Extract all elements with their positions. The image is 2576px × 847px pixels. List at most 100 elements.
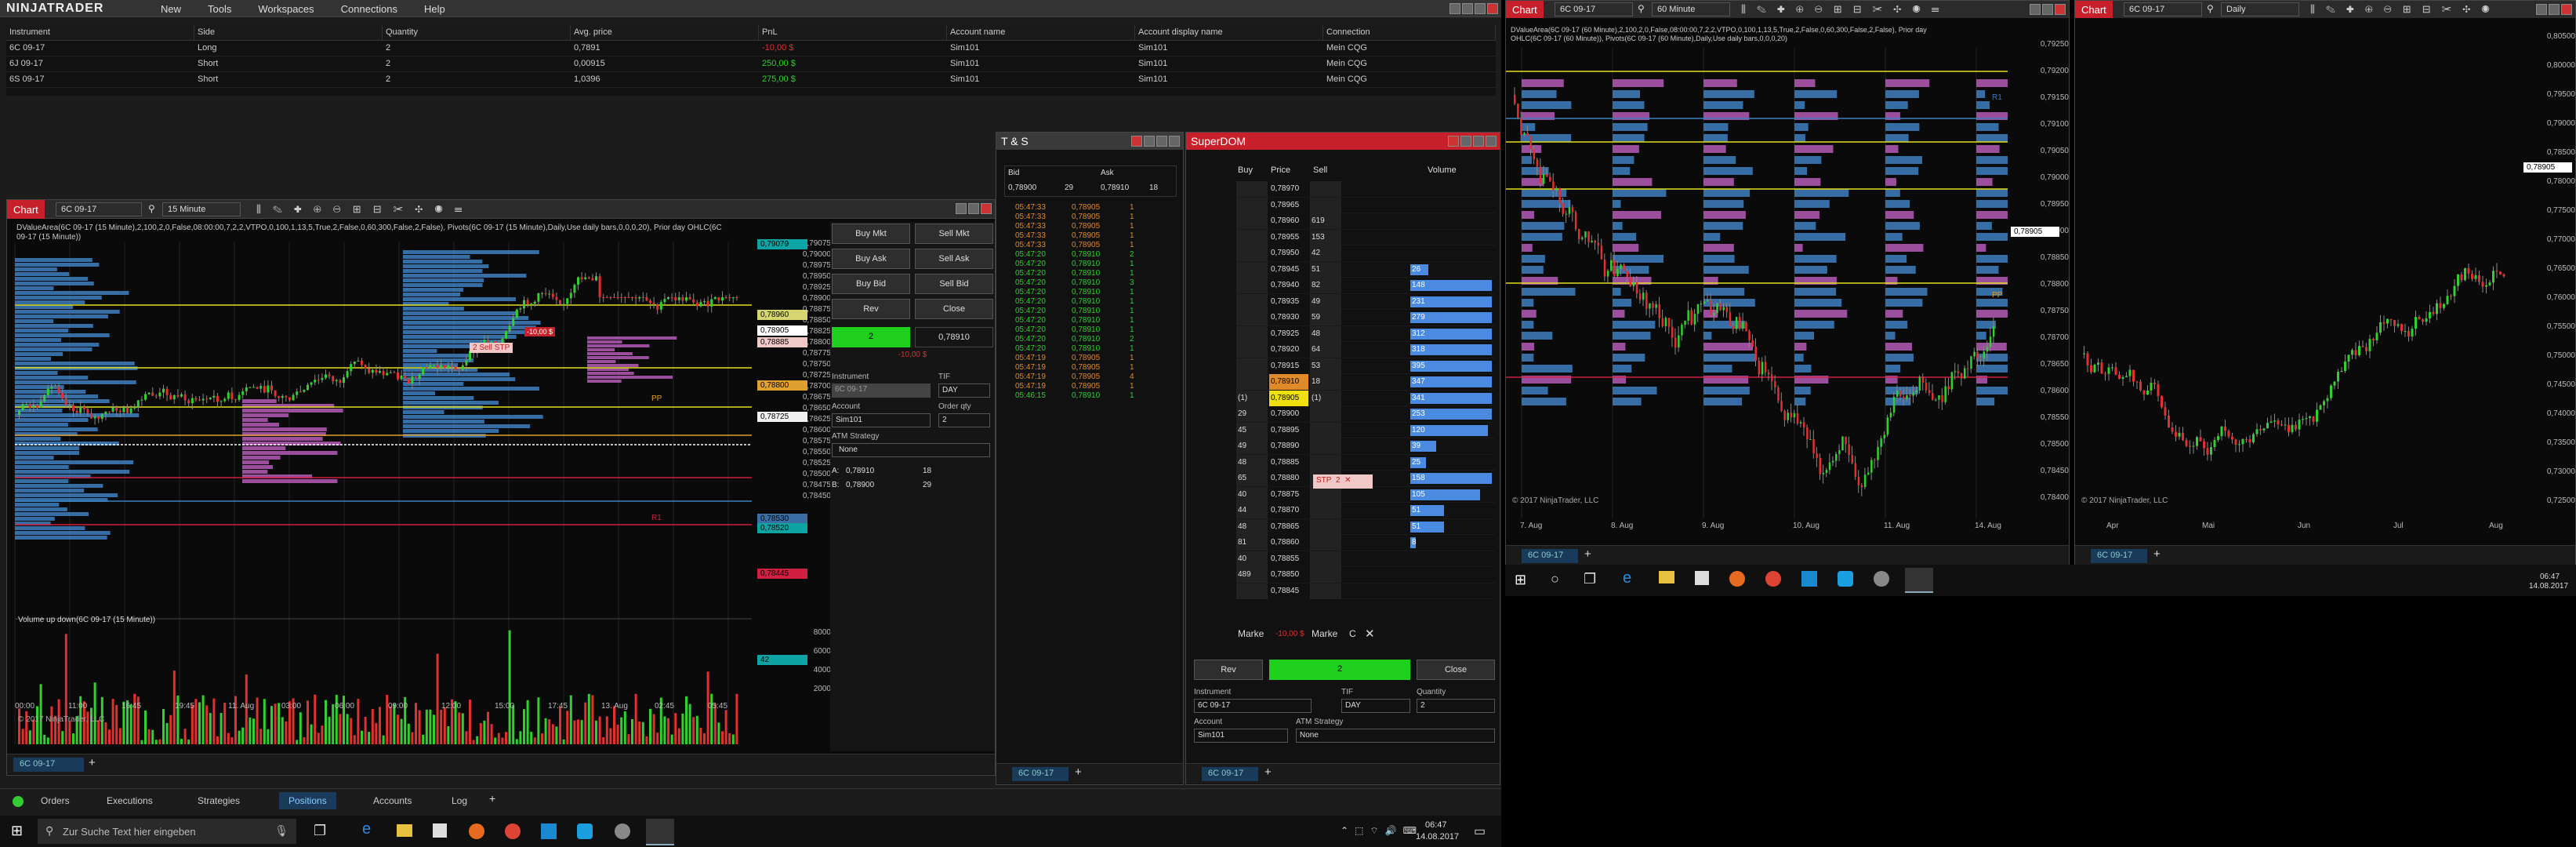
close-icon[interactable] (1487, 3, 1498, 14)
dom-row[interactable]: 0,78955 153 (1236, 229, 1495, 245)
reverse-button[interactable]: Rev (1194, 660, 1263, 680)
chart-tab[interactable]: Chart (1506, 1, 1544, 18)
price-chart-60min[interactable] (1506, 48, 2008, 518)
close-position-button[interactable]: Close (915, 299, 993, 319)
minimize-icon[interactable] (1462, 3, 1473, 14)
interval-selector[interactable]: Daily (2221, 2, 2299, 16)
menu-item[interactable]: Tools (208, 3, 231, 15)
dom-sell-size[interactable]: 53 (1310, 358, 1341, 374)
maximize-icon[interactable] (2042, 4, 2053, 15)
price-chart-15min[interactable] (7, 242, 791, 776)
search-icon[interactable]: ⚲ (1638, 3, 1645, 14)
dom-sell-size[interactable] (1310, 567, 1341, 583)
dom-instrument-tab[interactable]: 6C 09-17 (1202, 767, 1258, 781)
column-header[interactable]: Account name (947, 25, 1135, 40)
search-icon[interactable]: ⚲ (2207, 3, 2214, 14)
cortana-icon[interactable]: ○ (1551, 571, 1559, 587)
menu-item[interactable]: Help (424, 3, 445, 15)
add-tab-button[interactable]: + (2153, 547, 2161, 561)
buy-ask-button[interactable]: Buy Ask (832, 249, 910, 269)
dom-sell-size[interactable] (1310, 518, 1341, 535)
dom-sell-size[interactable] (1310, 181, 1341, 197)
chart-tab[interactable]: Chart (7, 200, 45, 219)
dom-row[interactable]: 0,78940 82 148 (1236, 278, 1495, 294)
sell-market-button[interactable]: Marke (1312, 628, 1337, 639)
app-icon[interactable] (1801, 571, 1817, 587)
dom-buy-size[interactable]: 45 (1236, 422, 1268, 438)
dom-sell-size[interactable]: 42 (1310, 245, 1341, 261)
instrument-select[interactable]: 6C 09-17 (1194, 699, 1312, 713)
column-header[interactable]: Quantity (383, 25, 571, 40)
dom-buy-size[interactable] (1236, 245, 1268, 261)
dom-row[interactable]: 40 0,78875 105 (1236, 486, 1495, 503)
atm-strategy-select[interactable]: None (832, 443, 990, 457)
dom-buy-size[interactable]: 48 (1236, 454, 1268, 471)
edge-icon[interactable]: e (362, 820, 371, 838)
dom-sell-size[interactable] (1310, 422, 1341, 438)
sell-bid-button[interactable]: Sell Bid (915, 274, 993, 294)
buy-market-button[interactable]: Marke (1238, 628, 1264, 639)
search-box[interactable]: ⚲ Zur Suche Text hier eingeben 🎙 (38, 819, 296, 844)
dom-buy-size[interactable]: 49 (1236, 438, 1268, 454)
close-icon[interactable] (1486, 136, 1497, 147)
chart-instrument-tab[interactable]: 6C 09-17 (2091, 549, 2147, 563)
tif-select[interactable]: DAY (1341, 699, 1410, 713)
add-tab-button[interactable]: + (89, 756, 96, 769)
dom-buy-size[interactable] (1236, 197, 1268, 213)
app-icon[interactable] (615, 823, 630, 839)
cancel-label[interactable]: C (1349, 628, 1356, 639)
windows-start-icon[interactable]: ⊞ (11, 823, 23, 839)
dom-buy-size[interactable] (1236, 229, 1268, 245)
dom-sell-size[interactable] (1310, 535, 1341, 551)
sell-ask-button[interactable]: Sell Ask (915, 249, 993, 269)
app-icon[interactable] (1874, 571, 1889, 587)
dom-buy-size[interactable] (1236, 278, 1268, 293)
dom-row[interactable]: 44 0,78870 51 (1236, 503, 1495, 519)
dom-buy-size[interactable] (1236, 583, 1268, 599)
dom-row[interactable]: 0,78930 59 279 (1236, 310, 1495, 326)
maximize-icon[interactable] (1475, 3, 1486, 14)
add-tab-button[interactable]: + (489, 792, 495, 805)
menu-item[interactable]: Connections (341, 3, 397, 15)
dom-row[interactable]: 0,78925 48 312 (1236, 325, 1495, 342)
dom-row[interactable]: 29 0,78900 253 (1236, 406, 1495, 423)
chart-instrument-tab[interactable]: 6C 09-17 (13, 758, 84, 772)
dom-buy-size[interactable] (1236, 293, 1268, 310)
instrument-selector[interactable]: 6C 09-17 (56, 202, 142, 216)
tab-accounts[interactable]: Accounts (364, 792, 421, 809)
stop-order-marker[interactable]: STP 2 ✕ (1313, 474, 1373, 489)
explorer-icon[interactable] (397, 824, 412, 837)
column-header[interactable]: Instrument (6, 25, 194, 40)
close-icon[interactable] (981, 203, 992, 214)
firefox-icon[interactable] (469, 823, 484, 839)
tab-strategies[interactable]: Strategies (188, 792, 249, 809)
dom-buy-size[interactable]: (1) (1236, 390, 1268, 406)
microphone-icon[interactable]: 🎙 (274, 824, 288, 838)
dom-buy-size[interactable] (1236, 181, 1268, 197)
close-icon[interactable]: ✕ (1344, 476, 1351, 485)
dom-row[interactable]: 0,78915 53 395 (1236, 358, 1495, 374)
tab-log[interactable]: Log (442, 792, 477, 809)
chart-tab[interactable]: Chart (2075, 1, 2113, 18)
column-header[interactable]: Avg. price (571, 25, 759, 40)
dom-sell-size[interactable]: 153 (1310, 229, 1341, 245)
instrument-selector[interactable]: 6C 09-17 (1555, 2, 1633, 16)
dom-sell-size[interactable]: 51 (1310, 261, 1341, 278)
dom-row[interactable]: 0,78845 (1236, 583, 1495, 599)
minimize-icon[interactable] (956, 203, 967, 214)
store-icon[interactable] (1695, 571, 1709, 585)
skype-icon[interactable] (1838, 571, 1853, 587)
task-view-icon[interactable]: ❐ (314, 823, 326, 839)
close-position-button[interactable]: Close (1417, 660, 1495, 680)
ninjatrader-icon[interactable] (646, 819, 674, 845)
column-header[interactable]: Side (194, 25, 383, 40)
ninjatrader-icon[interactable] (1905, 568, 1933, 593)
dom-row[interactable]: 0,78960 619 (1236, 213, 1495, 230)
instrument-select[interactable]: 6C 09-17 (832, 384, 931, 398)
dom-buy-size[interactable] (1236, 342, 1268, 358)
dom-row[interactable]: 48 0,78865 51 (1236, 518, 1495, 535)
menu-item[interactable]: Workspaces (258, 3, 314, 15)
dom-sell-size[interactable]: 49 (1310, 293, 1341, 310)
add-tab-button[interactable]: + (1264, 765, 1272, 779)
maximize-icon[interactable] (1473, 136, 1484, 147)
